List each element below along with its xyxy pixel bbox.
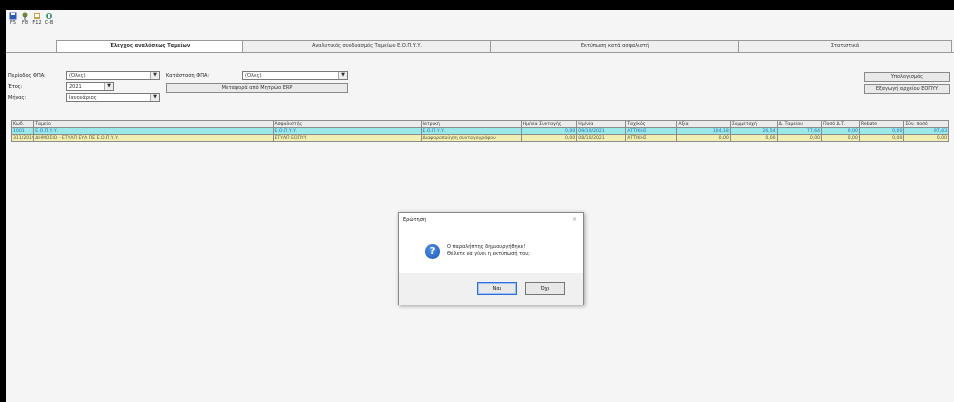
- table-cell: 0,00: [903, 134, 949, 142]
- table-cell: 1001: [10, 127, 35, 135]
- save-icon: [9, 12, 17, 20]
- table-cell: 0,00: [821, 134, 860, 142]
- table-cell: 08/10/2021: [576, 134, 627, 142]
- toolbar-button-save[interactable]: F5: [8, 12, 18, 26]
- calculate-button[interactable]: Υπολογισμός: [864, 72, 950, 82]
- question-dialog: Ερώτηση × ? Ο παραλήπτης δημιουργήθηκε! …: [398, 212, 584, 305]
- dialog-message: Ο παραλήπτης δημιουργήθηκε! Θέλετε να γί…: [447, 244, 530, 257]
- vat-status-label: Κατάσταση ΦΠΑ:: [166, 73, 210, 79]
- column-header[interactable]: Ταμείο: [33, 120, 274, 128]
- yes-button[interactable]: Ναι: [477, 282, 517, 295]
- chevron-down-icon: ▼: [104, 83, 113, 90]
- table-cell: ΑΤΤΙΚΗΣ: [625, 134, 678, 142]
- table-cell: 0,00: [858, 127, 905, 135]
- table-cell: ΕΤΥΑΠ ΕΟΠΥΥ: [272, 134, 422, 142]
- column-header[interactable]: Ιατρική: [420, 120, 522, 128]
- close-icon[interactable]: ×: [572, 216, 577, 223]
- table-cell: 0,00: [520, 134, 578, 142]
- year-label: Έτος:: [8, 84, 23, 90]
- table-cell: 77,64: [776, 127, 823, 135]
- table-cell: Ε.Ο.Π.Υ.Υ.: [272, 127, 422, 135]
- tab-divider: [6, 52, 954, 53]
- erp-transfer-button[interactable]: Μεταφορά από Μητρώο ERP: [166, 83, 348, 93]
- table-cell: 0,00: [520, 127, 578, 135]
- column-header[interactable]: Σύν. ποσό: [903, 120, 949, 128]
- column-header[interactable]: Συμμετοχή: [729, 120, 778, 128]
- month-select[interactable]: Ιανουάριος ▼: [66, 93, 160, 102]
- column-header[interactable]: Ποσό Δ.Τ.: [821, 120, 860, 128]
- table-cell: Ε.Ο.Π.Υ.Υ.: [33, 127, 274, 135]
- year-select[interactable]: 2021 ▼: [66, 82, 114, 91]
- month-label: Μήνας:: [8, 95, 27, 101]
- toolbar-button-tools[interactable]: F8: [20, 12, 30, 26]
- table-row[interactable]: 1001 Ε.Ο.Π.Υ.Υ. Ε.Ο.Π.Υ.Υ. Ε.Ο.Π.Υ.Υ. 0,…: [10, 127, 949, 135]
- export-eopyy-button[interactable]: Εξαγωγή αρχείου ΕΟΠΥΥ: [864, 84, 950, 94]
- funds-table: Κωδ. Ταμείο Ασφαλιστής Ιατρική Ημ/νία Συ…: [10, 120, 949, 142]
- tools-icon: [21, 12, 29, 20]
- chevron-down-icon: ▼: [150, 94, 159, 101]
- column-header[interactable]: Δ. Ταμείου: [776, 120, 823, 128]
- period-label: Περίοδος ΦΠΑ:: [8, 73, 46, 79]
- chevron-down-icon: ▼: [338, 72, 347, 79]
- app-window: F5 F8 F12 C-B Έλεγχος αναλύσεως Ταμείων …: [6, 10, 954, 402]
- table-cell: 0,00: [729, 134, 778, 142]
- column-header[interactable]: Rebate: [858, 120, 905, 128]
- screen-top-border: [0, 0, 954, 10]
- table-cell: Ε.Ο.Π.Υ.Υ.: [420, 127, 522, 135]
- table-cell: 0,00: [776, 134, 823, 142]
- column-header[interactable]: Ασφαλιστής: [272, 120, 422, 128]
- vat-status-select[interactable]: (Όλες) ▼: [242, 71, 348, 80]
- question-icon: ?: [425, 244, 440, 259]
- print-icon: [45, 12, 53, 20]
- help-icon: [33, 12, 41, 20]
- table-cell: 0,00: [821, 127, 860, 135]
- column-header[interactable]: Κωδ.: [10, 120, 35, 128]
- column-header[interactable]: Ημ/νία: [576, 120, 627, 128]
- toolbar-button-help[interactable]: F12: [32, 12, 42, 26]
- table-cell: 0,00: [858, 134, 905, 142]
- table-cell: 08/10/2021: [576, 127, 627, 135]
- table-cell: 97,43: [903, 127, 949, 135]
- column-header[interactable]: Αξία: [676, 120, 731, 128]
- no-button[interactable]: Όχι: [525, 282, 565, 295]
- table-cell: ΔΗΜΟΣΙΟ - ΕΤΥΑΠ ΕΥΑ ΠΕ Ε.Ο.Π.Υ.Υ.: [33, 134, 274, 142]
- table-header: Κωδ. Ταμείο Ασφαλιστής Ιατρική Ημ/νία Συ…: [10, 120, 949, 128]
- table-cell: 0,00: [676, 134, 731, 142]
- table-cell: ΑΤΤΙΚΗΣ: [625, 127, 678, 135]
- table-cell: Διαφοροποίηση συνταγογράφου: [420, 134, 522, 142]
- chevron-down-icon: ▼: [150, 72, 159, 79]
- toolbar-button-print[interactable]: C-B: [44, 12, 54, 26]
- table-row[interactable]: 311/2019 ΔΗΜΟΣΙΟ - ΕΤΥΑΠ ΕΥΑ ΠΕ Ε.Ο.Π.Υ.…: [10, 134, 949, 142]
- column-header[interactable]: Ταχ/κός: [625, 120, 678, 128]
- table-cell: 311/2019: [10, 134, 35, 142]
- column-header[interactable]: Ημ/νία Συνταγής: [520, 120, 578, 128]
- period-select[interactable]: (Όλες) ▼: [66, 71, 160, 80]
- table-cell: 104,18: [676, 127, 731, 135]
- dialog-title: Ερώτηση: [403, 217, 427, 223]
- table-cell: 26,54: [729, 127, 778, 135]
